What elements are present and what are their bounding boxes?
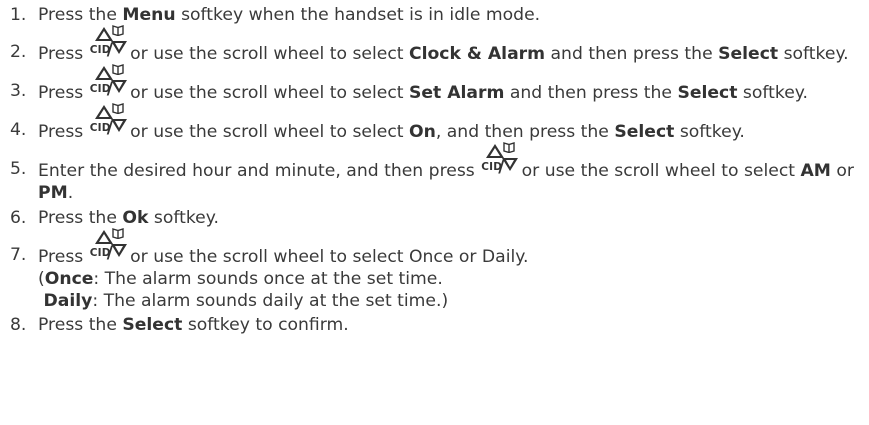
step-number: 6.	[10, 208, 27, 228]
step-item: 5. Enter the desired hour and minute, an…	[10, 142, 869, 204]
step-item: 7. Press CID / or use the scroll wheel to…	[10, 228, 869, 312]
step-text: Press the Select softkey to confirm.	[38, 315, 349, 335]
instruction-page: 1. Press the Menu softkey when the hands…	[0, 0, 869, 425]
cid-scroll-key-icon: CID /	[90, 228, 127, 264]
step-number: 8.	[10, 315, 27, 335]
step-number: 7.	[10, 245, 27, 265]
step-item: 2. Press CID / or use the scroll wheel to…	[10, 25, 869, 65]
book-icon	[112, 228, 124, 239]
step-item: 3. Press CID / or use the scroll wheel to…	[10, 64, 869, 104]
select-softkey-label: Select	[614, 122, 675, 142]
menu-softkey-label: Menu	[122, 5, 176, 25]
select-softkey-label: Select	[677, 83, 738, 103]
step-item: 8. Press the Select softkey to confirm.	[10, 314, 869, 336]
step-number: 3.	[10, 81, 27, 101]
book-icon	[112, 103, 124, 114]
book-icon	[112, 64, 124, 75]
down-triangle-icon	[110, 119, 127, 132]
step-item: 4. Press CID / or use the scroll wheel to…	[10, 103, 869, 143]
step-item: 1. Press the Menu softkey when the hands…	[10, 4, 869, 26]
steps-list: 1. Press the Menu softkey when the hands…	[10, 4, 869, 336]
daily-note: Daily: The alarm sounds daily at the set…	[43, 291, 449, 311]
book-icon	[112, 25, 124, 36]
down-triangle-icon	[110, 41, 127, 54]
cid-scroll-key-icon: CID /	[481, 142, 519, 178]
cid-scroll-key-icon: CID /	[90, 103, 127, 139]
step-item: 6. Press the Ok softkey.	[10, 207, 869, 229]
step-text: Press CID / or use the scroll wheel to se…	[38, 103, 869, 143]
step-text: Press CID / or use the scroll wheel to se…	[38, 64, 869, 104]
book-icon	[503, 142, 515, 153]
cid-scroll-key-icon: CID /	[90, 25, 127, 61]
step-text: Press CID / or use the scroll wheel to se…	[38, 25, 869, 65]
select-softkey-label: Select	[718, 44, 779, 64]
down-triangle-icon	[110, 244, 127, 257]
step-text: Press CID / or use the scroll wheel to se…	[38, 228, 869, 312]
select-softkey-label: Select	[122, 315, 183, 335]
down-triangle-icon	[502, 158, 519, 171]
step-text: Press the Menu softkey when the handset …	[38, 5, 541, 25]
step-number: 5.	[10, 159, 27, 179]
step-number: 2.	[10, 42, 27, 62]
step-number: 1.	[10, 5, 27, 25]
step-text: Enter the desired hour and minute, and t…	[38, 142, 869, 204]
cid-scroll-key-icon: CID /	[90, 64, 127, 100]
step-number: 4.	[10, 120, 27, 140]
step-text: Press the Ok softkey.	[38, 208, 219, 228]
ok-softkey-label: Ok	[122, 208, 149, 228]
down-triangle-icon	[110, 80, 127, 93]
once-note: (Once: The alarm sounds once at the set …	[38, 269, 443, 289]
